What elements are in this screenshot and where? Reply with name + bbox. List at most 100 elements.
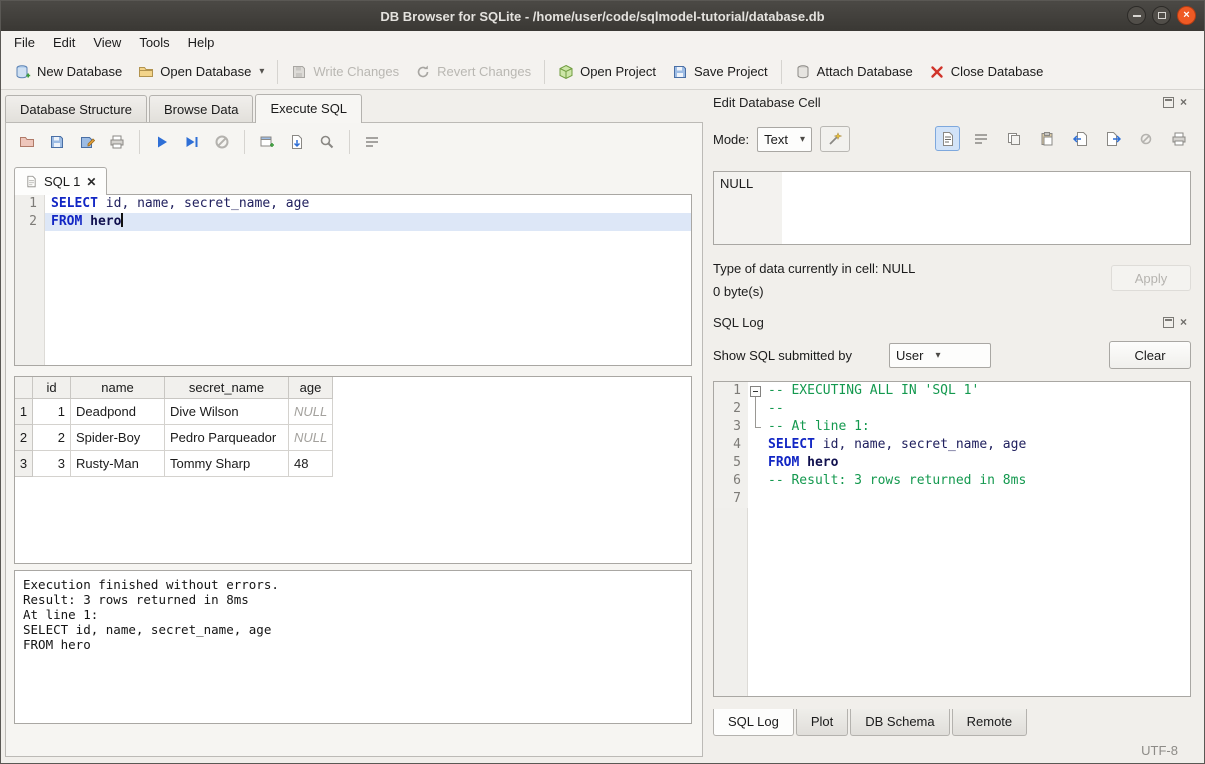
menu-view[interactable]: View [84,32,130,53]
attach-database-icon [795,64,811,80]
table-row[interactable]: 3 3 Rusty-Man Tommy Sharp 48 [15,451,691,477]
column-header-name[interactable]: name [71,377,165,399]
tab-browse-data[interactable]: Browse Data [149,95,253,122]
auto-switch-mode-button[interactable] [820,126,850,152]
maximize-icon [1158,12,1166,19]
auto-switch-mode-icon [827,131,843,147]
import-cell-data-button[interactable] [1067,126,1092,151]
open-database-dropdown-icon[interactable]: ▾ [259,66,264,77]
menu-help[interactable]: Help [179,32,224,53]
dock-tab-plot[interactable]: Plot [796,709,848,736]
word-wrap-button[interactable] [359,129,385,155]
paste-cell-button[interactable] [1034,126,1059,151]
open-sql-file-button[interactable] [14,129,40,155]
close-sql-tab-icon[interactable]: ✕ [86,175,96,189]
new-database-button[interactable]: New Database [7,59,130,85]
paste-cell-icon [1039,131,1055,147]
open-database-icon [138,64,154,80]
execution-message-box[interactable]: Execution finished without errors. Resul… [14,570,692,724]
encoding-indicator: UTF-8 [1141,743,1178,758]
mode-combobox[interactable]: Text [757,127,812,152]
editor-line-current: 2 FROM hero [15,213,691,231]
sql-log-dock-icons: × [1163,317,1191,328]
filter-label: Show SQL submitted by [713,348,852,363]
main-tabs: Database Structure Browse Data Execute S… [5,93,364,122]
minimize-icon [1133,15,1141,17]
minimize-button[interactable] [1127,6,1146,25]
toolbar-separator [349,130,350,154]
column-header-age[interactable]: age [289,377,333,399]
toolbar-separator [277,60,278,84]
column-header-secret-name[interactable]: secret_name [165,377,289,399]
open-project-button[interactable]: Open Project [550,59,664,85]
maximize-button[interactable] [1152,6,1171,25]
results-header: id name secret_name age [15,377,691,399]
dock-tabs: SQL Log Plot DB Schema Remote [713,709,1029,736]
save-project-icon [672,64,688,80]
new-database-icon [15,64,31,80]
save-project-button[interactable]: Save Project [664,59,776,85]
close-button[interactable]: × [1177,6,1196,25]
fold-marker-icon[interactable] [748,382,764,400]
execute-current-line-icon [184,134,200,150]
log-line: 6 -- Result: 3 rows returned in 8ms [714,472,1190,490]
dock-tab-db-schema[interactable]: DB Schema [850,709,949,736]
submitter-combobox[interactable]: User [889,343,991,368]
export-results-button[interactable] [284,129,310,155]
message-line: Execution finished without errors. [23,577,683,592]
copy-cell-button[interactable] [1001,126,1026,151]
save-sql-file-as-button[interactable] [74,129,100,155]
table-row[interactable]: 1 1 Deadpond Dive Wilson NULL [15,399,691,425]
export-cell-data-button[interactable] [1100,126,1125,151]
save-sql-file-as-icon [79,134,95,150]
text-mode-button[interactable] [935,126,960,151]
sql-editor[interactable]: 1 SELECT id, name, secret_name, age 2 FR… [14,194,692,366]
menu-edit[interactable]: Edit [44,32,84,53]
tab-execute-sql[interactable]: Execute SQL [255,94,362,123]
execute-current-line-button[interactable] [179,129,205,155]
set-null-icon [1138,131,1154,147]
tab-database-structure[interactable]: Database Structure [5,95,147,122]
print-sql-button[interactable] [104,129,130,155]
open-database-button[interactable]: Open Database ▾ [130,59,272,85]
find-replace-button[interactable] [314,129,340,155]
cell-value-editor[interactable]: NULL [713,171,1191,245]
right-panel: Edit Database Cell × Mode: Text [707,93,1199,757]
toolbar-separator [544,60,545,84]
print-cell-button[interactable] [1166,126,1191,151]
message-line: SELECT id, name, secret_name, age [23,622,683,637]
toolbar-separator [244,130,245,154]
sql-log-view[interactable]: 1 -- EXECUTING ALL IN 'SQL 1' 2 -- 3 -- … [713,381,1191,697]
edit-cell-dock-icons: × [1163,97,1191,108]
sql-document-tab[interactable]: SQL 1 ✕ [14,167,107,195]
close-dock-icon[interactable]: × [1180,97,1191,108]
message-line: FROM hero [23,637,683,652]
open-sql-tab-icon [259,134,275,150]
table-row[interactable]: 2 2 Spider-Boy Pedro Parqueador NULL [15,425,691,451]
cell-text-area[interactable] [782,172,1190,244]
float-dock-icon[interactable] [1163,97,1174,108]
column-header-id[interactable]: id [33,377,71,399]
clear-button[interactable]: Clear [1109,341,1191,369]
dock-tab-remote[interactable]: Remote [952,709,1028,736]
menu-file[interactable]: File [5,32,44,53]
save-sql-file-button[interactable] [44,129,70,155]
log-line: 1 -- EXECUTING ALL IN 'SQL 1' [714,382,1190,400]
close-database-button[interactable]: Close Database [921,59,1052,85]
revert-changes-button: Revert Changes [407,59,539,85]
float-dock-icon[interactable] [1163,317,1174,328]
menu-tools[interactable]: Tools [130,32,178,53]
word-wrap-cell-button[interactable] [968,126,993,151]
attach-database-button[interactable]: Attach Database [787,59,921,85]
close-database-icon [929,64,945,80]
dock-tab-sql-log[interactable]: SQL Log [713,709,794,736]
results-grid[interactable]: id name secret_name age 1 1 Deadpond Div… [14,376,692,564]
text-mode-icon [940,131,956,147]
open-sql-tab-button[interactable] [254,129,280,155]
copy-cell-icon [1006,131,1022,147]
execute-all-button[interactable] [149,129,175,155]
close-dock-icon[interactable]: × [1180,317,1191,328]
sql-log-title: SQL Log [713,315,764,330]
log-line: 3 -- At line 1: [714,418,1190,436]
export-results-icon [289,134,305,150]
